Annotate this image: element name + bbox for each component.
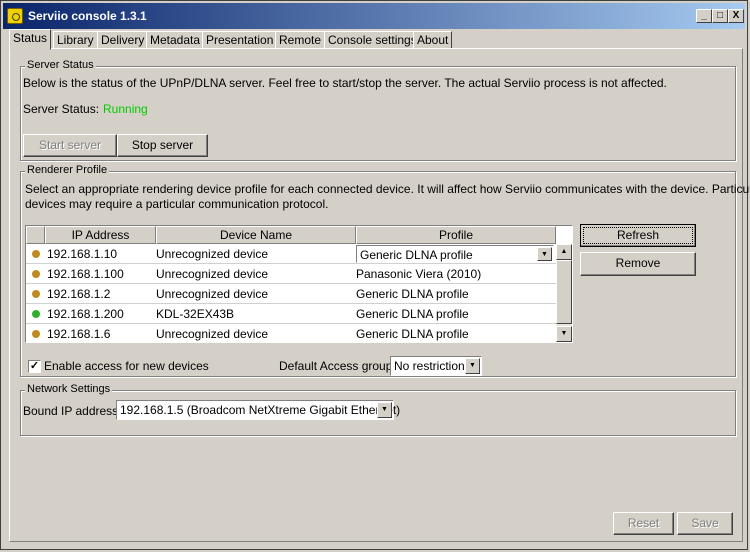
device-name-column-header[interactable]: Device Name bbox=[156, 226, 356, 244]
scroll-down-icon[interactable]: ▼ bbox=[556, 326, 572, 342]
row-profile: Generic DLNA profile bbox=[356, 287, 469, 301]
network-settings-title: Network Settings bbox=[25, 383, 113, 395]
bound-ip-value: 192.168.1.5 (Broadcom NetXtreme Gigabit … bbox=[120, 403, 401, 417]
row-profile-value: Generic DLNA profile bbox=[360, 248, 473, 262]
table-row[interactable]: 192.168.1.10 Unrecognized device Generic… bbox=[26, 244, 556, 264]
tab-presentation[interactable]: Presentation bbox=[202, 31, 278, 49]
maximize-button[interactable]: □ bbox=[712, 9, 728, 23]
renderer-description-line2: devices may require a particular communi… bbox=[25, 197, 329, 211]
renderer-description-line1: Select an appropriate rendering device p… bbox=[25, 182, 750, 196]
serviio-app-icon bbox=[7, 8, 23, 24]
server-status-label: Server Status: bbox=[23, 102, 100, 116]
row-device-name: Unrecognized device bbox=[156, 287, 269, 301]
table-row[interactable]: 192.168.1.6 Unrecognized device Generic … bbox=[26, 324, 556, 342]
tab-console-settings[interactable]: Console settings bbox=[324, 31, 421, 49]
window-title: Serviio console 1.3.1 bbox=[28, 9, 147, 23]
table-vertical-scrollbar[interactable]: ▲ ▼ bbox=[556, 244, 572, 342]
table-row[interactable]: 192.168.1.200 KDL-32EX43B Generic DLNA p… bbox=[26, 304, 556, 324]
remove-button[interactable]: Remove bbox=[580, 252, 696, 276]
close-button[interactable]: X bbox=[728, 9, 744, 23]
tab-about[interactable]: About bbox=[413, 31, 453, 49]
row-ip: 192.168.1.10 bbox=[47, 247, 118, 261]
server-status-value: Running bbox=[103, 102, 148, 116]
minimize-button[interactable]: _ bbox=[696, 9, 712, 23]
device-status-icon bbox=[32, 330, 40, 338]
chevron-down-icon[interactable]: ▼ bbox=[465, 358, 480, 374]
bound-ip-label: Bound IP address: bbox=[23, 404, 122, 418]
access-group-label: Default Access group: bbox=[279, 359, 396, 373]
scroll-up-icon[interactable]: ▲ bbox=[556, 244, 572, 260]
row-profile: Panasonic Viera (2010) bbox=[356, 267, 482, 281]
scrollbar-thumb[interactable] bbox=[556, 260, 572, 324]
row-profile: Generic DLNA profile bbox=[356, 307, 469, 321]
chevron-down-icon[interactable]: ▼ bbox=[377, 402, 392, 418]
server-status-title: Server Status bbox=[25, 59, 96, 71]
checkmark-icon: ✓ bbox=[29, 360, 40, 372]
device-table: IP Address Device Name Profile 192.168.1… bbox=[25, 225, 573, 343]
profile-column-header[interactable]: Profile bbox=[356, 226, 556, 244]
row-ip: 192.168.1.6 bbox=[47, 327, 111, 341]
row-profile-select[interactable]: Generic DLNA profile ▼ bbox=[356, 245, 554, 263]
row-device-name: KDL-32EX43B bbox=[156, 307, 235, 321]
chevron-down-icon[interactable]: ▼ bbox=[537, 247, 552, 261]
reset-button[interactable]: Reset bbox=[613, 512, 674, 535]
device-status-icon bbox=[32, 290, 40, 298]
tab-library[interactable]: Library bbox=[53, 31, 98, 49]
refresh-button[interactable]: Refresh bbox=[580, 224, 696, 247]
access-group-select[interactable]: No restriction ▼ bbox=[390, 356, 482, 376]
start-server-button[interactable]: Start server bbox=[23, 134, 117, 157]
table-row[interactable]: 192.168.1.2 Unrecognized device Generic … bbox=[26, 284, 556, 304]
server-status-description: Below is the status of the UPnP/DLNA ser… bbox=[23, 76, 667, 90]
tab-delivery[interactable]: Delivery bbox=[97, 31, 149, 49]
device-status-icon bbox=[32, 250, 40, 258]
title-bar[interactable]: Serviio console 1.3.1 _ □ X bbox=[3, 3, 745, 29]
row-ip: 192.168.1.200 bbox=[47, 307, 124, 321]
tab-metadata[interactable]: Metadata bbox=[146, 31, 205, 49]
row-profile: Generic DLNA profile bbox=[356, 327, 469, 341]
status-column-header[interactable] bbox=[26, 226, 45, 244]
row-ip: 192.168.1.2 bbox=[47, 287, 111, 301]
bound-ip-select[interactable]: 192.168.1.5 (Broadcom NetXtreme Gigabit … bbox=[116, 400, 400, 420]
table-row[interactable]: 192.168.1.100 Unrecognized device Panaso… bbox=[26, 264, 556, 284]
tab-status[interactable]: Status bbox=[9, 29, 52, 50]
device-status-icon bbox=[32, 310, 40, 318]
enable-access-label: Enable access for new devices bbox=[44, 359, 209, 373]
save-button[interactable]: Save bbox=[677, 512, 733, 535]
row-device-name: Unrecognized device bbox=[156, 327, 269, 341]
renderer-profile-title: Renderer Profile bbox=[25, 164, 110, 176]
ip-address-column-header[interactable]: IP Address bbox=[45, 226, 156, 244]
row-device-name: Unrecognized device bbox=[156, 247, 269, 261]
device-status-icon bbox=[32, 270, 40, 278]
stop-server-button[interactable]: Stop server bbox=[117, 134, 208, 157]
enable-access-checkbox[interactable]: ✓ bbox=[28, 360, 41, 373]
table-header: IP Address Device Name Profile bbox=[26, 226, 556, 244]
row-device-name: Unrecognized device bbox=[156, 267, 269, 281]
row-ip: 192.168.1.100 bbox=[47, 267, 124, 281]
tab-remote[interactable]: Remote bbox=[275, 31, 326, 49]
access-group-value: No restriction bbox=[394, 359, 465, 373]
